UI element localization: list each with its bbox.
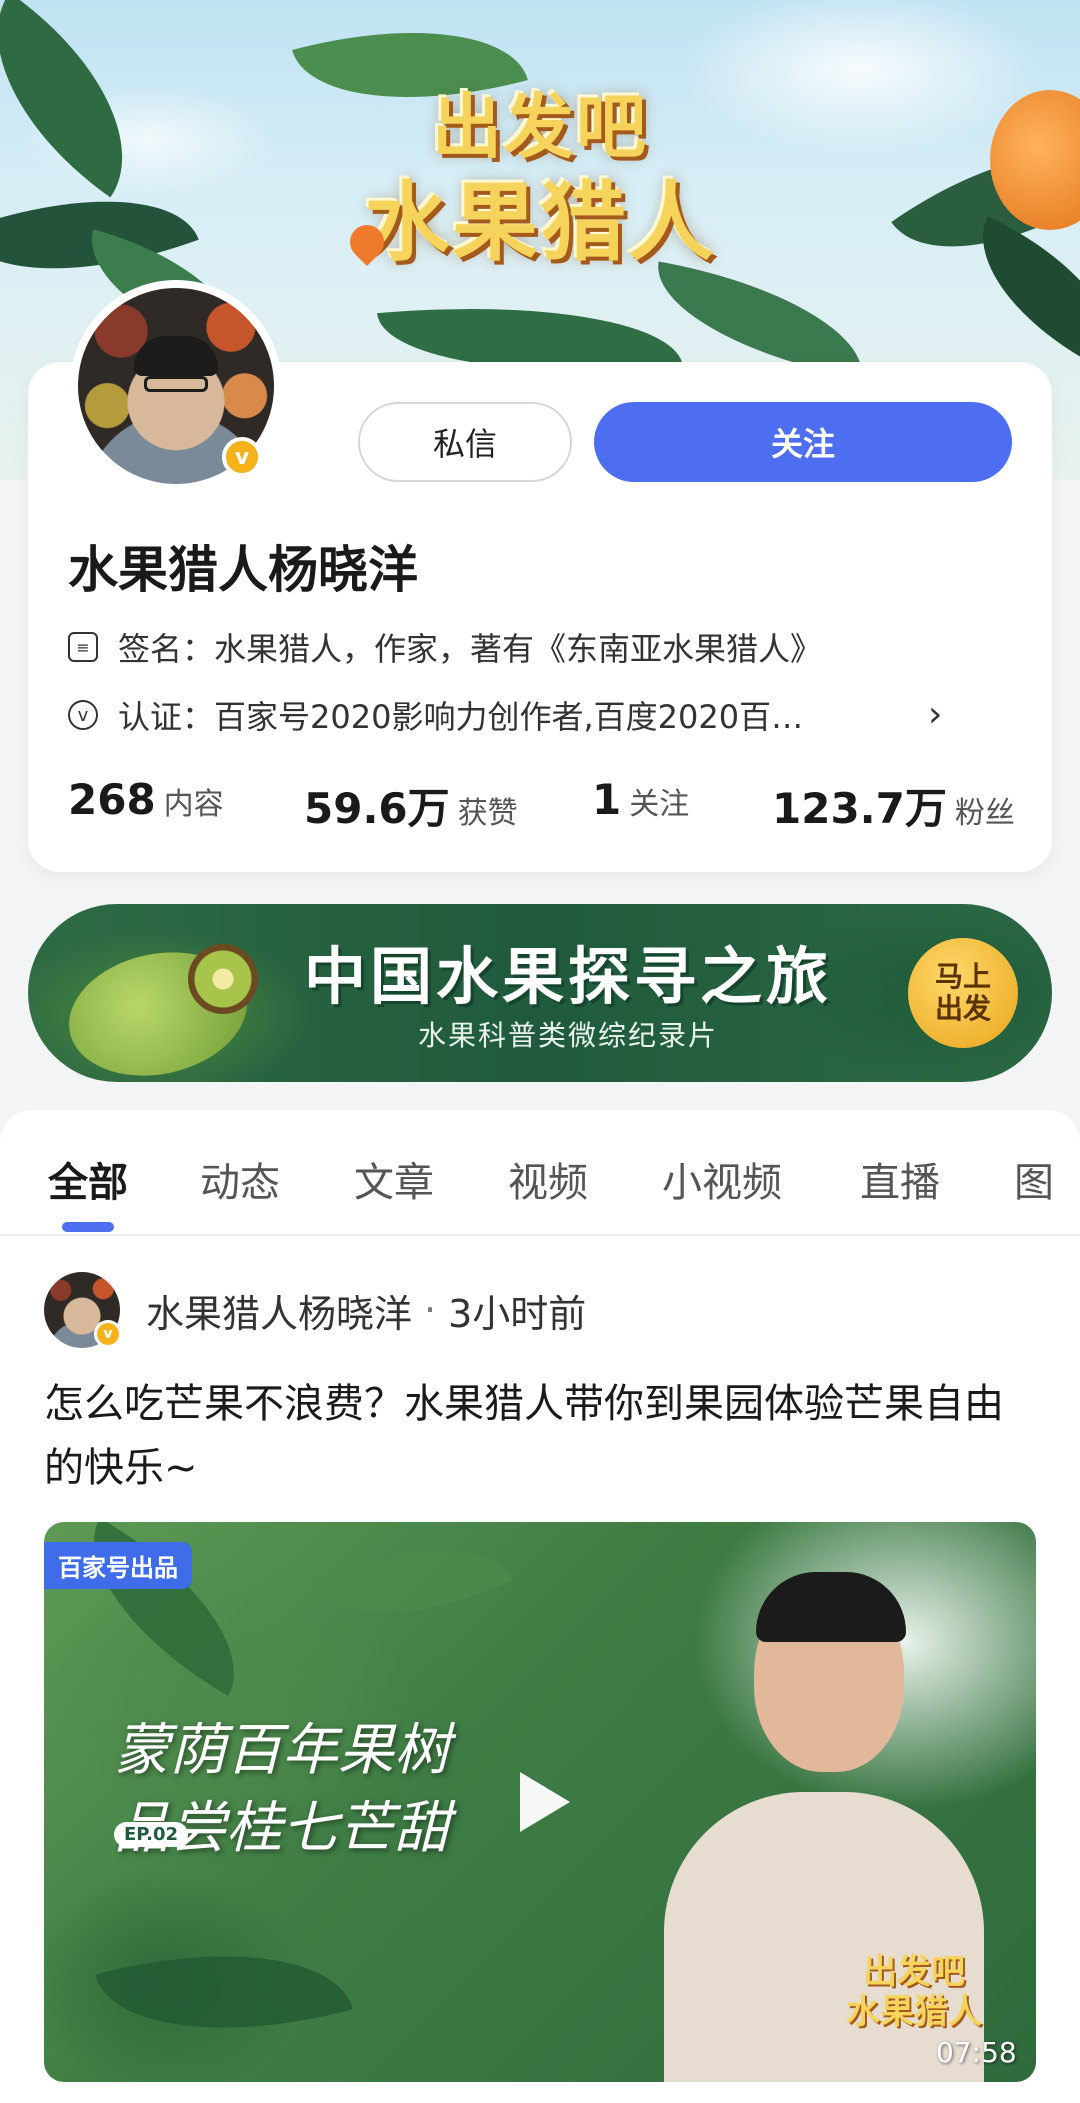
verified-icon: v bbox=[94, 1320, 122, 1348]
post-header: v 水果猎人杨晓洋 · 3小时前 bbox=[44, 1270, 586, 1350]
stat-label: 内容 bbox=[163, 787, 224, 822]
promo-banner[interactable]: 中国水果探寻之旅 水果科普类微综纪录片 马上 出发 bbox=[28, 904, 1052, 1082]
follow-button[interactable]: 关注 bbox=[594, 402, 1012, 482]
video-caption-line-1: 蒙荫百年果树 bbox=[114, 1718, 450, 1783]
episode-tag: EP.02 bbox=[114, 1822, 189, 1847]
video-logo-line-2: 水果猎人 bbox=[846, 1992, 982, 2032]
promo-button-line-1: 马上 bbox=[934, 960, 991, 993]
stat-followers[interactable]: 123.7万 粉丝 bbox=[772, 775, 1015, 836]
content-section: 全部 动态 文章 视频 小视频 直播 图 v 水果猎人杨晓洋 · 3小时前 怎么… bbox=[0, 1110, 1080, 2103]
tab-images[interactable]: 图 bbox=[1014, 1150, 1054, 1208]
tab-live[interactable]: 直播 bbox=[860, 1150, 940, 1208]
profile-stats: 268 内容 59.6万 获赞 1 关注 123.7万 粉丝 bbox=[68, 775, 1018, 835]
signature-text: 水果猎人，作家，著有《东南亚水果猎人》 bbox=[214, 630, 823, 668]
baijiahao-badge: 百家号出品 bbox=[44, 1542, 192, 1589]
stat-label: 粉丝 bbox=[954, 796, 1015, 831]
stat-following[interactable]: 1 关注 bbox=[592, 775, 689, 824]
show-logo: 出发吧 水果猎人 bbox=[342, 50, 730, 300]
document-icon: ≡ bbox=[68, 632, 98, 662]
profile-name: 水果猎人杨晓洋 bbox=[68, 541, 418, 599]
tab-videos[interactable]: 视频 bbox=[508, 1150, 588, 1208]
tab-articles[interactable]: 文章 bbox=[354, 1150, 434, 1208]
stat-value: 123.7万 bbox=[772, 784, 947, 833]
tab-updates[interactable]: 动态 bbox=[200, 1150, 280, 1208]
signature-label: 签名： bbox=[118, 630, 215, 668]
video-duration: 07:58 bbox=[936, 2036, 1017, 2069]
video-leaf bbox=[95, 1912, 353, 2072]
stat-likes[interactable]: 59.6万 获赞 bbox=[304, 775, 518, 836]
promo-subtitle: 水果科普类微综纪录片 bbox=[417, 1019, 718, 1052]
post-timestamp: 3小时前 bbox=[448, 1291, 587, 1336]
banner-leaf bbox=[0, 0, 174, 198]
stat-value: 1 bbox=[592, 775, 622, 824]
post-separator: · bbox=[424, 1288, 437, 1332]
stat-label: 关注 bbox=[629, 787, 690, 822]
logo-line-2: 水果猎人 bbox=[364, 173, 716, 273]
signature-row: ≡ 签名： 水果猎人，作家，著有《东南亚水果猎人》 bbox=[68, 622, 822, 672]
stat-value: 59.6万 bbox=[304, 784, 450, 833]
verified-icon: v bbox=[222, 437, 262, 477]
certification-row[interactable]: v 认证： 百家号2020影响力创作者,百度2020百… bbox=[68, 690, 968, 740]
video-thumbnail[interactable]: 百家号出品 蒙荫百年果树 品尝桂七芒甜 EP.02 出发吧 水果猎人 07:58 bbox=[44, 1522, 1036, 2082]
promo-button-line-2: 出发 bbox=[934, 992, 991, 1025]
tab-all[interactable]: 全部 bbox=[48, 1150, 128, 1208]
post-author-avatar[interactable]: v bbox=[44, 1272, 122, 1348]
stat-content[interactable]: 268 内容 bbox=[68, 775, 224, 824]
video-show-logo: 出发吧 水果猎人 bbox=[824, 1932, 1004, 2052]
certification-icon: v bbox=[68, 700, 98, 730]
tab-active-indicator bbox=[62, 1222, 114, 1232]
logo-line-1: 出发吧 bbox=[432, 86, 648, 168]
promo-title: 中国水果探寻之旅 bbox=[303, 940, 832, 1013]
chevron-right-icon[interactable]: › bbox=[928, 697, 958, 733]
video-logo-line-1: 出发吧 bbox=[863, 1952, 965, 1992]
content-tabs: 全部 动态 文章 视频 小视频 直播 图 bbox=[0, 1110, 1080, 1236]
promo-go-button[interactable]: 马上 出发 bbox=[908, 938, 1018, 1048]
post-author-name[interactable]: 水果猎人杨晓洋 bbox=[146, 1283, 412, 1338]
stat-value: 268 bbox=[68, 775, 156, 824]
tab-short-videos[interactable]: 小视频 bbox=[662, 1150, 782, 1208]
post-title[interactable]: 怎么吃芒果不浪费？水果猎人带你到果园体验芒果自由的快乐~ bbox=[44, 1372, 1034, 1500]
video-leaf bbox=[315, 1522, 513, 1657]
stat-label: 获赞 bbox=[457, 796, 518, 831]
certification-label: 认证： bbox=[118, 698, 215, 736]
certification-text: 百家号2020影响力创作者,百度2020百… bbox=[214, 698, 804, 736]
message-button[interactable]: 私信 bbox=[358, 402, 572, 482]
play-icon[interactable] bbox=[500, 1762, 580, 1842]
